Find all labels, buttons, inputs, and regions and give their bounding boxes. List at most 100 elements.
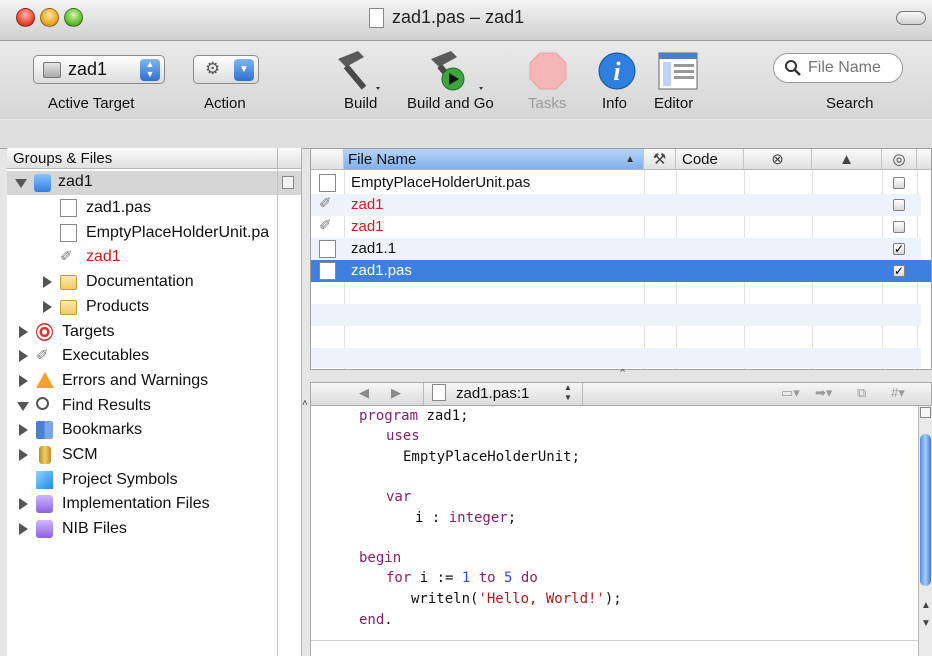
disclosure-triangle-icon[interactable] [19,350,28,362]
search-input[interactable] [808,59,896,77]
disclosure-triangle-icon[interactable] [19,523,28,535]
editor-vertical-scrollbar[interactable]: ▲ ▼ [918,406,932,656]
executable-icon: ✐ [319,217,332,234]
column-header-target[interactable]: ◎ [882,149,917,170]
target-checkbox[interactable] [893,177,905,189]
splitter-handle-icon: ⌃ [618,368,628,380]
chevron-down-icon: ▼ [234,59,254,81]
split-editor-icon[interactable] [920,407,931,418]
column-header-code[interactable]: Code [676,149,744,170]
disclosure-triangle-icon[interactable] [43,301,52,313]
zoom-window-button[interactable] [64,8,83,27]
groups-and-files-sidebar: Groups & Files zad1 zad1.pas EmptyPlaceH… [7,148,302,656]
document-icon [319,240,336,258]
table-row[interactable]: ✐ zad1 [311,194,921,216]
table-row[interactable]: ✐ zad1 [311,216,921,238]
column-header-errors[interactable]: ⊗ [744,149,812,170]
disclosure-triangle-icon[interactable] [19,498,28,510]
sidebar-detail-icon[interactable] [282,176,294,189]
sidebar-item-implementation-files[interactable]: Implementation Files [7,492,277,516]
table-row[interactable]: EmptyPlaceHolderUnit.pas [311,172,921,194]
disclosure-triangle-icon[interactable] [19,424,28,436]
executable-icon: ✐ [319,195,332,212]
hammer-icon: ⚒ [652,151,667,168]
disclosure-triangle-icon[interactable] [43,276,52,288]
sidebar-header-label: Groups & Files [13,150,113,167]
target-checkbox-checked[interactable]: ✓ [893,243,905,255]
sidebar-item-project-symbols[interactable]: Project Symbols [7,468,277,492]
target-checkbox[interactable] [893,221,905,233]
sidebar-item-placeholder-unit[interactable]: EmptyPlaceHolderUnit.pa [7,221,277,245]
info-button[interactable]: i Info [597,47,637,117]
scroll-down-arrow-icon[interactable]: ▼ [921,618,931,629]
toolbar-toggle-button[interactable] [896,11,926,25]
tasks-button[interactable]: Tasks [524,47,576,117]
build-button[interactable]: Build [330,47,390,117]
bookmarks-menu-icon[interactable]: ▭▾ [781,385,800,401]
table-row-selected[interactable]: zad1.pas ✓ [311,260,931,282]
search-field[interactable] [773,53,903,83]
sidebar-header-divider [277,148,278,169]
minimize-window-button[interactable] [40,8,59,27]
disclosure-triangle-icon[interactable] [19,449,28,461]
disclosure-triangle-icon[interactable] [19,375,28,387]
disclosure-triangle-icon[interactable] [17,402,29,411]
column-header-file-name[interactable]: File Name ▲ [344,149,644,170]
build-and-go-button[interactable]: Build and Go [407,47,511,117]
editor-button[interactable]: Editor [654,47,706,117]
sidebar-item-targets[interactable]: Targets [7,320,277,344]
window-title: zad1.pas – zad1 [392,7,525,27]
disclosure-triangle-icon[interactable] [15,179,27,188]
table-row-empty [311,304,921,326]
sidebar-scroll-track[interactable] [277,169,278,656]
sidebar-item-project[interactable]: zad1 [7,171,301,195]
active-target-popup[interactable]: zad1 ▲ ▼ [33,55,165,84]
document-icon [432,384,446,401]
sidebar-item-documentation[interactable]: Documentation [7,270,277,294]
sidebar-item-errors-and-warnings[interactable]: Errors and Warnings [7,369,277,393]
sidebar-item-executables[interactable]: ✐ Executables [7,344,277,368]
split-view-divider[interactable]: ⌃ [310,368,932,382]
sidebar-item-products[interactable]: Products [7,295,277,319]
close-window-button[interactable] [16,8,35,27]
target-icon [43,62,61,78]
function-menu-icon[interactable]: #▾ [891,385,905,401]
column-header-build[interactable]: ⚒ [644,149,676,170]
file-history-popup[interactable]: zad1.pas:1 ▲ ▼ [423,383,583,405]
document-proxy-icon[interactable] [369,8,384,28]
disclosure-triangle-icon[interactable] [19,326,28,338]
sidebar-item-find-results[interactable]: Find Results [7,394,277,418]
table-row[interactable]: zad1.1 ✓ [311,238,921,260]
sidebar-item-label: Executables [62,347,150,364]
smart-group-icon [36,495,53,513]
counterpart-icon[interactable]: ⧉ [857,385,866,401]
sidebar-item-zad1-pas[interactable]: zad1.pas [7,196,277,220]
stop-icon [529,52,567,90]
sidebar-item-label: zad1.pas [86,199,151,216]
sidebar-item-scm[interactable]: SCM [7,443,277,467]
breakpoints-menu-icon[interactable]: ➡▾ [815,385,832,401]
warning-icon [36,372,54,388]
sidebar-item-label: Targets [62,323,115,340]
target-checkbox[interactable] [893,199,905,211]
sidebar-item-nib-files[interactable]: NIB Files [7,517,277,541]
error-icon: ⊗ [771,151,784,168]
sidebar-item-bookmarks[interactable]: Bookmarks [7,418,277,442]
code-editor[interactable]: ˄ program zad1; uses EmptyPlaceHolderUni… [302,398,919,656]
symbols-icon [36,471,53,489]
target-icon [36,323,53,341]
scrollbar-thumb[interactable] [920,434,931,586]
sidebar-item-zad1-executable[interactable]: ✐ zad1 [7,245,277,269]
build-and-go-icon [431,51,483,91]
column-header-warnings[interactable]: ▲ [812,149,882,170]
target-checkbox-checked[interactable]: ✓ [893,265,905,277]
file-table: File Name ▲ ⚒ Code ⊗ ▲ ◎ EmptyPlaceHolde… [310,148,932,370]
action-popup[interactable]: ⚙ ▼ [193,55,259,84]
back-arrow-icon[interactable]: ◀ [359,385,369,401]
sidebar-item-label: Implementation Files [62,495,210,512]
forward-arrow-icon[interactable]: ▶ [391,385,401,401]
file-popup-label: zad1.pas:1 [456,385,530,402]
column-header-icon[interactable] [311,149,344,170]
scroll-up-arrow-icon[interactable]: ▲ [921,600,931,611]
code-line-9: end. [359,612,393,628]
